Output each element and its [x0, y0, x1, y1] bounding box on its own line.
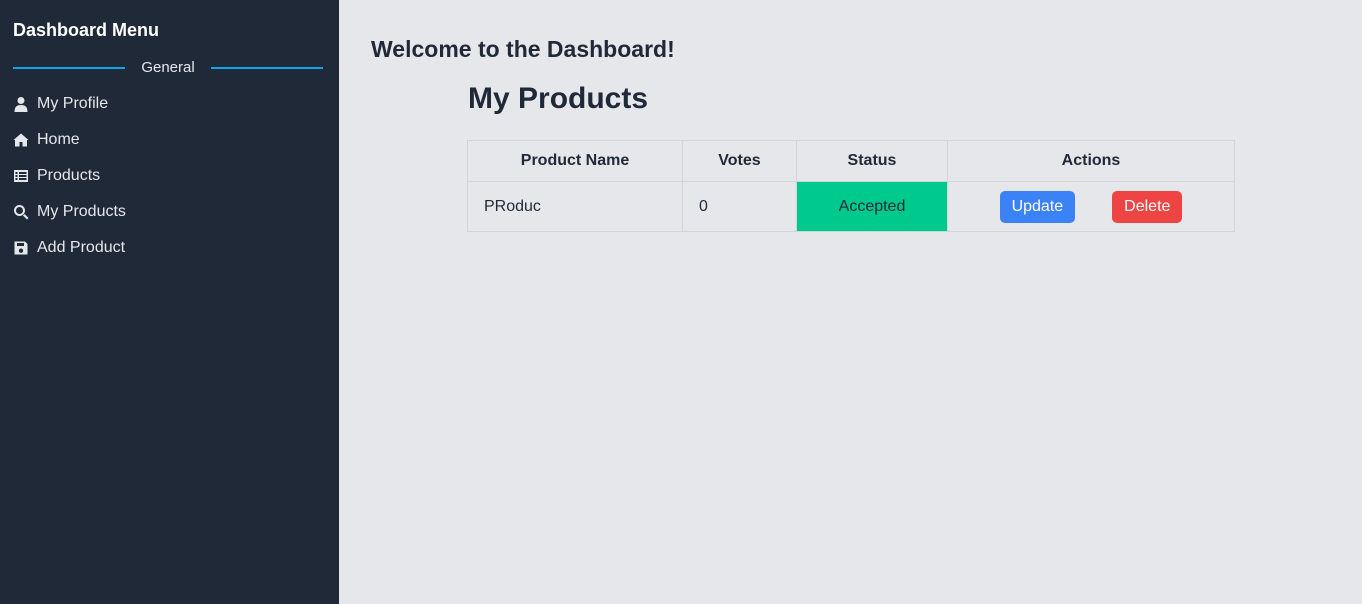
sidebar-item-add-product[interactable]: Add Product: [13, 236, 125, 260]
welcome-heading: Welcome to the Dashboard!: [371, 36, 675, 62]
delete-button[interactable]: Delete: [1112, 190, 1183, 223]
column-header-status: Status: [796, 140, 948, 182]
page-title: My Products: [468, 82, 649, 115]
divider-line-right: [211, 67, 323, 69]
products-table: Product Name Votes Status Actions PRoduc…: [467, 140, 1235, 232]
actions-cell: Update Delete: [947, 181, 1235, 232]
table-header-row: Product Name Votes Status Actions: [467, 140, 1235, 182]
status-badge: Accepted: [796, 181, 948, 232]
user-icon: [13, 96, 29, 112]
sidebar-item-home[interactable]: Home: [13, 128, 80, 152]
sidebar-item-my-products[interactable]: My Products: [13, 200, 126, 224]
sidebar-title: Dashboard Menu: [13, 20, 160, 40]
table-row: PRoduc 0 Accepted Update Delete: [467, 181, 1235, 232]
home-icon: [13, 132, 29, 148]
column-header-actions: Actions: [947, 140, 1235, 182]
product-name-cell: PRoduc: [467, 181, 683, 232]
sidebar-item-label: My Profile: [37, 95, 109, 112]
sidebar-item-label: Home: [37, 131, 80, 148]
column-header-product-name: Product Name: [467, 140, 683, 182]
search-icon: [13, 204, 29, 220]
sidebar-item-my-profile[interactable]: My Profile: [13, 92, 108, 116]
sidebar-item-products[interactable]: Products: [13, 164, 100, 188]
votes-cell: 0: [682, 181, 797, 232]
sidebar-item-label: Products: [37, 167, 101, 184]
column-header-votes: Votes: [682, 140, 797, 182]
update-button[interactable]: Update: [999, 190, 1076, 223]
save-icon: [13, 240, 29, 256]
sidebar-item-label: My Products: [37, 203, 126, 220]
sidebar-item-label: Add Product: [37, 239, 126, 256]
section-divider: General: [13, 58, 323, 78]
list-icon: [13, 168, 29, 184]
sidebar: Dashboard Menu General My Profile Home P…: [0, 0, 339, 604]
